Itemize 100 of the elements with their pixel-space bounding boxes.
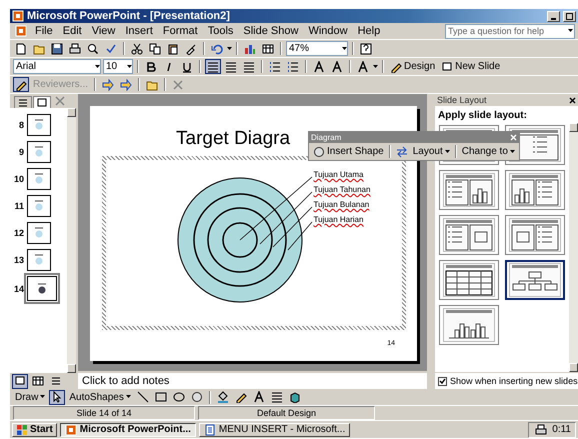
slides-tab[interactable] [33,96,51,108]
cut-button[interactable] [129,41,145,56]
scrollbar[interactable] [67,108,76,373]
rectangle-icon [154,391,167,403]
layout-preview-icon [509,173,561,207]
taskbar-button[interactable]: Microsoft PowerPoint... [60,422,196,436]
layout-preview-icon [443,263,495,297]
arrow-icon [102,78,114,90]
slide-thumbnail[interactable] [27,141,51,163]
outline-tab[interactable] [14,96,32,108]
menu-item[interactable]: View [88,25,120,37]
menu-item[interactable]: Insert [121,25,157,37]
font-dropdown[interactable]: Arial [13,59,101,74]
close-icon[interactable] [569,96,576,104]
dropdown-arrow-icon[interactable] [342,46,347,50]
status-text: Slide 14 of 14 [13,406,195,420]
dropdown-arrow-icon[interactable] [373,64,378,68]
layout-preview-icon [509,263,561,297]
letter-icon [313,60,325,72]
next-item-button[interactable] [118,77,134,92]
start-button[interactable]: Start [12,422,57,436]
checkbox[interactable] [438,376,447,386]
diagram-frame[interactable]: Tujuan Utama Tujuan Tahunan Tujuan Bulanan Tujuan Harian [102,156,406,330]
dropdown-arrow-icon[interactable] [127,64,132,68]
menu-item[interactable]: Tools [204,25,238,37]
layout-button[interactable]: Layout [410,146,452,157]
bullets-button[interactable] [285,59,301,74]
slide-layout-option[interactable] [505,170,565,210]
autoshapes-menu-button[interactable]: AutoShapes [67,392,133,402]
align-icon [243,60,255,72]
slide-thumbnail[interactable] [27,276,57,301]
menu-item[interactable]: File [31,25,57,37]
maximize-icon [566,12,573,20]
oval-icon [172,391,185,403]
menu-item[interactable]: Format [158,25,202,37]
oval-button[interactable] [170,390,187,404]
notes-prompt[interactable]: Click to add notes [78,375,170,387]
scrollbar[interactable] [569,123,578,372]
save-button[interactable] [49,41,65,56]
print-button[interactable] [67,41,83,56]
new-slide-button[interactable]: New Slide [439,60,502,72]
dropdown-arrow-icon[interactable] [444,150,450,154]
normal-view-button[interactable] [12,374,28,388]
pencil-icon [390,60,402,72]
minimize-button[interactable] [547,10,560,22]
select-button[interactable] [49,390,66,404]
tray-button[interactable] [533,422,550,437]
menu-item[interactable]: Slide Show [239,25,302,37]
zoom-dropdown[interactable]: 47% [286,41,348,56]
copy-button[interactable] [147,41,163,56]
dropdown-arrow-icon[interactable] [510,150,515,154]
app-logo-icon [64,424,77,436]
insert-shape-button[interactable]: Insert Shape [311,146,386,158]
markup-button[interactable] [13,77,29,92]
layout-preview-icon [443,218,495,252]
document-icon [204,424,216,436]
dropdown-arrow-icon[interactable] [568,29,573,33]
line-button[interactable] [134,390,151,404]
font-size-dropdown[interactable]: 10 [103,59,133,74]
taskbar-button[interactable]: MENU INSERT - Microsoft... [198,422,350,436]
slide-thumbnail[interactable] [27,222,51,244]
dropdown-arrow-icon[interactable] [40,395,46,399]
align-icon [270,391,283,403]
slide-thumbnail[interactable] [27,114,51,136]
design-button[interactable]: Design [388,60,438,72]
slide-layout-option[interactable] [439,215,499,255]
rectangle-button[interactable] [152,390,169,404]
diagram-label: Tujuan Tahunan [314,185,370,194]
menu-item[interactable]: Edit [58,25,86,37]
slide-thumbnail[interactable] [27,195,51,217]
slide-icon [441,60,454,72]
pencil-icon [15,78,27,90]
slide-thumbnail[interactable] [27,249,51,271]
list-icon [287,60,299,72]
table-icon [32,375,44,387]
print-preview-button[interactable] [85,41,101,56]
numbering-button[interactable] [267,59,283,74]
menu-item[interactable]: Help [354,25,384,37]
align-left-button[interactable] [205,59,221,74]
restore-button[interactable] [563,10,576,22]
help-button[interactable] [358,41,374,56]
sorter-view-button[interactable] [30,374,46,388]
document-menu-button[interactable] [13,24,29,38]
draw-menu-button[interactable]: Draw [13,392,48,402]
help-search-field[interactable]: Type a question for help [445,24,575,38]
menu-item[interactable]: Window [304,25,352,37]
slide-layout-option[interactable] [505,260,565,300]
dropdown-arrow-icon[interactable] [227,46,232,50]
slide-layout-option[interactable] [439,305,499,345]
previous-item-button[interactable] [100,77,116,92]
change-to-button[interactable]: Change to [460,146,517,157]
dropdown-arrow-icon[interactable] [95,64,100,68]
chart-icon [244,42,256,54]
circle-icon [190,391,203,403]
slide-layout-option[interactable] [439,260,499,300]
slide-layout-option[interactable] [439,170,499,210]
dropdown-arrow-icon[interactable] [126,395,131,399]
slide-layout-option[interactable] [505,215,565,255]
slide-number: 10 [12,174,24,184]
slide-thumbnail[interactable] [27,168,51,190]
